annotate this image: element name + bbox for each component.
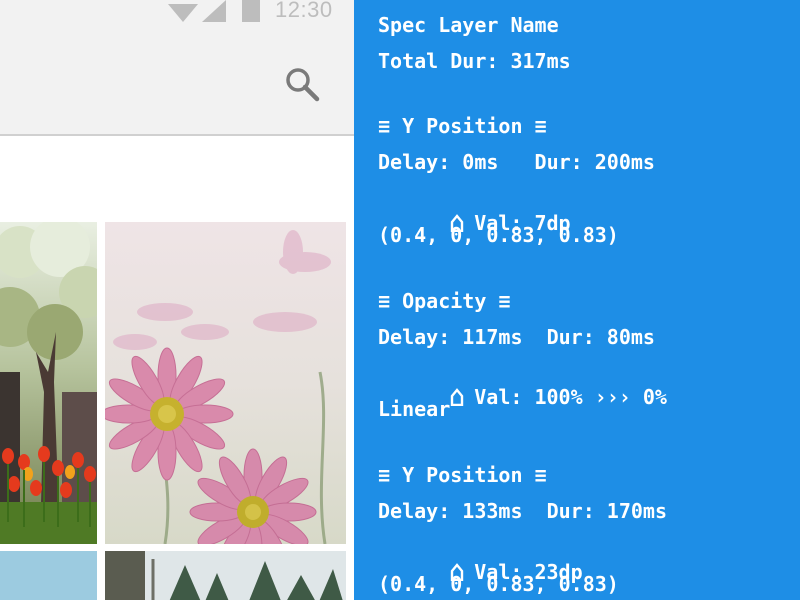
search-button[interactable] — [282, 64, 322, 104]
spec-layer-name: Spec Layer Name — [378, 13, 559, 37]
spec-block-value-row: Val: 100% ››› 0% — [378, 361, 667, 409]
spec-block-value: Val: 100% ››› 0% — [474, 385, 667, 409]
status-bar: 12:30 — [0, 0, 354, 26]
spec-block-title: ≡ Y Position ≡ — [378, 463, 547, 487]
spec-block-timing: Delay: 0ms Dur: 200ms — [378, 150, 655, 174]
status-time: 12:30 — [275, 0, 333, 22]
tree-tulips-photo[interactable] — [0, 222, 97, 544]
delta-icon — [451, 388, 464, 406]
spec-total-duration: Total Dur: 317ms — [378, 49, 571, 73]
spec-panel: Spec Layer Name Total Dur: 317ms ≡ Y Pos… — [354, 0, 800, 600]
spec-block-title: ≡ Opacity ≡ — [378, 289, 511, 313]
screen: 12:30 Spec Layer Name Total Dur: 317ms ≡… — [0, 0, 800, 600]
gallery-grid — [0, 136, 354, 600]
spec-block-value-row: Val: 7dp — [378, 187, 571, 235]
spec-block-value-row: Val: 23dp — [378, 536, 583, 584]
pink-daisies-photo[interactable] — [105, 222, 346, 544]
spec-block-title: ≡ Y Position ≡ — [378, 114, 547, 138]
wifi-icon — [168, 4, 198, 22]
spec-block-timing: Delay: 117ms Dur: 80ms — [378, 325, 655, 349]
app-bar — [0, 26, 354, 136]
signal-icon — [202, 0, 226, 22]
phone-screen: 12:30 — [0, 0, 354, 600]
spec-block-easing: (0.4, 0, 0.83, 0.83) — [378, 223, 619, 247]
spec-block-easing: Linear — [378, 397, 451, 421]
pine-forest-photo[interactable] — [105, 551, 346, 600]
battery-icon — [242, 0, 260, 22]
spec-block-timing: Delay: 133ms Dur: 170ms — [378, 499, 667, 523]
blue-sky-photo[interactable] — [0, 551, 97, 600]
spec-block-easing: (0.4, 0, 0.83, 0.83) — [378, 572, 619, 596]
search-icon — [286, 68, 320, 102]
status-icons — [168, 0, 268, 26]
